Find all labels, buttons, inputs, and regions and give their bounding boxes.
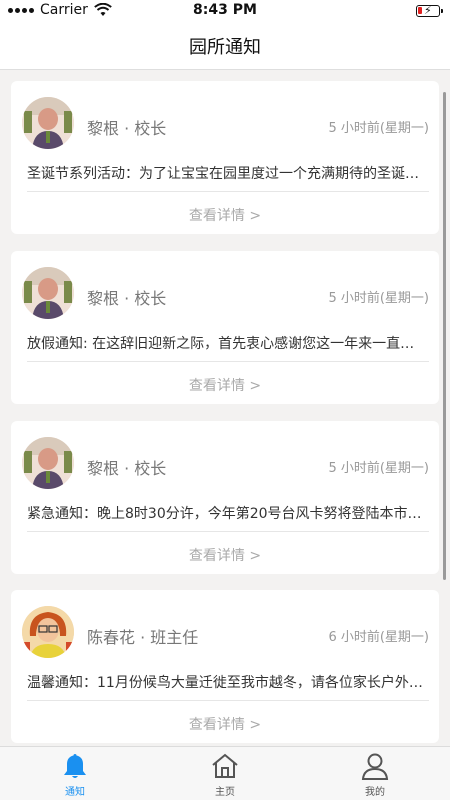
notice-card[interactable]: 陈春花 · 班主任 6 小时前(星期一) 温馨通知：11月份候鸟大量迁徙至我市越… [11,590,439,743]
avatar [22,606,74,658]
avatar [22,437,74,489]
home-icon [212,753,238,778]
notice-author: 黎根 · 校长 [87,289,167,308]
bell-icon [64,754,86,778]
notice-list[interactable]: 黎根 · 校长 5 小时前(星期一) 圣诞节系列活动：为了让宝宝在园里度过一个充… [0,70,450,746]
divider [27,531,429,532]
notice-time: 6 小时前(星期一) [328,630,429,645]
tab-label: 我的 [365,787,385,798]
scrollbar[interactable] [443,92,446,580]
page-title: 园所通知 [189,36,261,58]
tab-profile[interactable]: 我的 [335,751,415,798]
divider [27,191,429,192]
status-bar: Carrier 8:43 PM ⚡ [0,0,450,22]
notice-summary: 放假通知: 在这辞旧迎新之际，首先衷心感谢您这一年来一直的… [27,336,427,352]
notice-summary: 温馨通知：11月份候鸟大量迁徙至我市越冬，请各位家长户外… [27,675,423,691]
tab-home[interactable]: 主页 [185,751,265,798]
notice-card[interactable]: 黎根 · 校长 5 小时前(星期一) 放假通知: 在这辞旧迎新之际，首先衷心感谢… [11,251,439,404]
status-time: 8:43 PM [193,2,257,18]
tab-label: 主页 [215,787,235,798]
notice-time: 5 小时前(星期一) [328,461,429,476]
notice-card[interactable]: 黎根 · 校长 5 小时前(星期一) 紧急通知：晚上8时30分许，今年第20号台… [11,421,439,574]
notice-time: 5 小时前(星期一) [328,121,429,136]
notice-author: 黎根 · 校长 [87,459,167,478]
tab-bar: 通知 主页 我的 [0,746,450,800]
notice-time: 5 小时前(星期一) [328,291,429,306]
notice-summary: 紧急通知：晚上8时30分许，今年第20号台风卡努将登陆本市… [27,506,422,522]
tab-label: 通知 [65,787,85,798]
view-details-link[interactable]: 查看详情 > [11,545,439,565]
view-details-link[interactable]: 查看详情 > [11,375,439,395]
avatar [22,97,74,149]
battery-icon: ⚡ [416,4,443,17]
avatar [22,267,74,319]
notice-author: 陈春花 · 班主任 [87,628,199,647]
view-details-link[interactable]: 查看详情 > [11,714,439,734]
notice-author: 黎根 · 校长 [87,119,167,138]
person-icon [361,753,389,780]
divider [27,700,429,701]
view-details-link[interactable]: 查看详情 > [11,205,439,225]
tab-notifications[interactable]: 通知 [35,751,115,798]
nav-bar: 园所通知 [0,22,450,70]
notice-card[interactable]: 黎根 · 校长 5 小时前(星期一) 圣诞节系列活动：为了让宝宝在园里度过一个充… [11,81,439,234]
notice-summary: 圣诞节系列活动：为了让宝宝在园里度过一个充满期待的圣诞节… [27,166,427,182]
divider [27,361,429,362]
